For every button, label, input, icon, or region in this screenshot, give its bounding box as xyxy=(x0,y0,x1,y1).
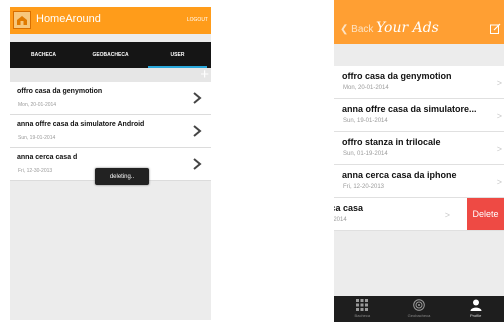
item-date: Sun, 19-01-2014 xyxy=(18,135,56,141)
item-title: offro stanza in trilocale xyxy=(342,137,441,147)
back-label: Back xyxy=(351,24,374,35)
list-item[interactable]: anna cerca casa da iphone Fri, 12-20-201… xyxy=(334,165,504,198)
chevron-right-icon xyxy=(193,92,202,104)
tab-geobacheca[interactable]: Geobacheca xyxy=(391,296,448,322)
chevron-left-icon: ❮ xyxy=(340,24,349,35)
item-title: anna offre casa da simulatore Android xyxy=(17,121,145,128)
chevron-right-icon: > xyxy=(496,144,502,154)
bottom-tab-bar: Bacheca Geobacheca Profile xyxy=(334,296,504,322)
item-title: anna offre casa da simulatore... xyxy=(342,104,477,114)
nav-bar: ❮ Back Your Ads xyxy=(334,0,504,44)
tab-label: Bacheca xyxy=(354,313,371,318)
item-date: Mon, 20-01-2014 xyxy=(18,102,57,108)
item-title: anna cerca casa d xyxy=(17,154,78,161)
chevron-right-icon xyxy=(193,158,202,170)
page-title: Your Ads xyxy=(376,20,439,36)
android-screen: HomeAround LOGOUT BACHECA GEOBACHECA USE… xyxy=(10,7,211,320)
list-item[interactable]: anna offre casa da simulatore... Sun, 19… xyxy=(334,99,504,132)
item-date: Mon, 20-01-2014 xyxy=(343,85,389,91)
item-title: rca casa xyxy=(334,203,364,213)
target-icon xyxy=(413,299,425,311)
chevron-right-icon: > xyxy=(496,177,502,187)
item-title: offro casa da genymotion xyxy=(17,88,103,95)
ios-screen: ❮ Back Your Ads offro casa da genymotion… xyxy=(334,0,504,322)
app-title: HomeAround xyxy=(36,13,101,25)
tab-label: Profile xyxy=(470,313,482,318)
list-toolbar: + xyxy=(10,67,211,82)
home-logo-icon xyxy=(13,11,31,29)
tab-geobacheca[interactable]: GEOBACHECA xyxy=(77,42,144,68)
tab-user[interactable]: USER xyxy=(144,42,211,68)
deleting-toast: deleting.. xyxy=(95,168,149,185)
chevron-right-icon: > xyxy=(496,78,502,88)
list-item[interactable]: anna offre casa da simulatore Android Su… xyxy=(10,115,211,148)
item-date: Sun, 19-01-2014 xyxy=(343,118,388,124)
item-title: offro casa da genymotion xyxy=(342,71,452,81)
plus-icon[interactable]: + xyxy=(200,67,209,82)
person-icon xyxy=(470,299,482,311)
item-date: 1-2014 xyxy=(334,217,347,223)
back-button[interactable]: ❮ Back xyxy=(340,24,373,35)
list-item-swiped[interactable]: rca casa 1-2014 > Delete xyxy=(334,198,504,231)
logout-button[interactable]: LOGOUT xyxy=(187,17,208,23)
chevron-right-icon xyxy=(193,125,202,137)
ads-list: offro casa da genymotion Mon, 20-01-2014… xyxy=(334,66,504,231)
grid-icon xyxy=(356,299,369,311)
tab-bacheca[interactable]: BACHECA xyxy=(10,42,77,68)
delete-button[interactable]: Delete xyxy=(467,198,504,230)
list-item[interactable]: offro casa da genymotion Mon, 20-01-2014 xyxy=(10,82,211,115)
tab-profile[interactable]: Profile xyxy=(447,296,504,322)
item-title: anna cerca casa da iphone xyxy=(342,170,457,180)
chevron-right-icon: > xyxy=(444,210,450,220)
ads-list: offro casa da genymotion Mon, 20-01-2014… xyxy=(10,82,211,181)
tab-label: Geobacheca xyxy=(407,313,431,318)
tab-bacheca[interactable]: Bacheca xyxy=(334,296,391,322)
list-item[interactable]: offro casa da genymotion Mon, 20-01-2014… xyxy=(334,66,504,99)
tab-bar: BACHECA GEOBACHECA USER xyxy=(10,42,211,68)
chevron-right-icon: > xyxy=(496,111,502,121)
compose-icon[interactable] xyxy=(490,23,501,34)
item-date: Fri, 12-20-2013 xyxy=(343,184,385,190)
item-date: Fri, 12-30-2013 xyxy=(18,168,53,174)
action-bar: HomeAround LOGOUT xyxy=(10,7,211,34)
list-item[interactable]: offro stanza in trilocale Sun, 01-19-201… xyxy=(334,132,504,165)
item-date: Sun, 01-19-2014 xyxy=(343,151,388,157)
